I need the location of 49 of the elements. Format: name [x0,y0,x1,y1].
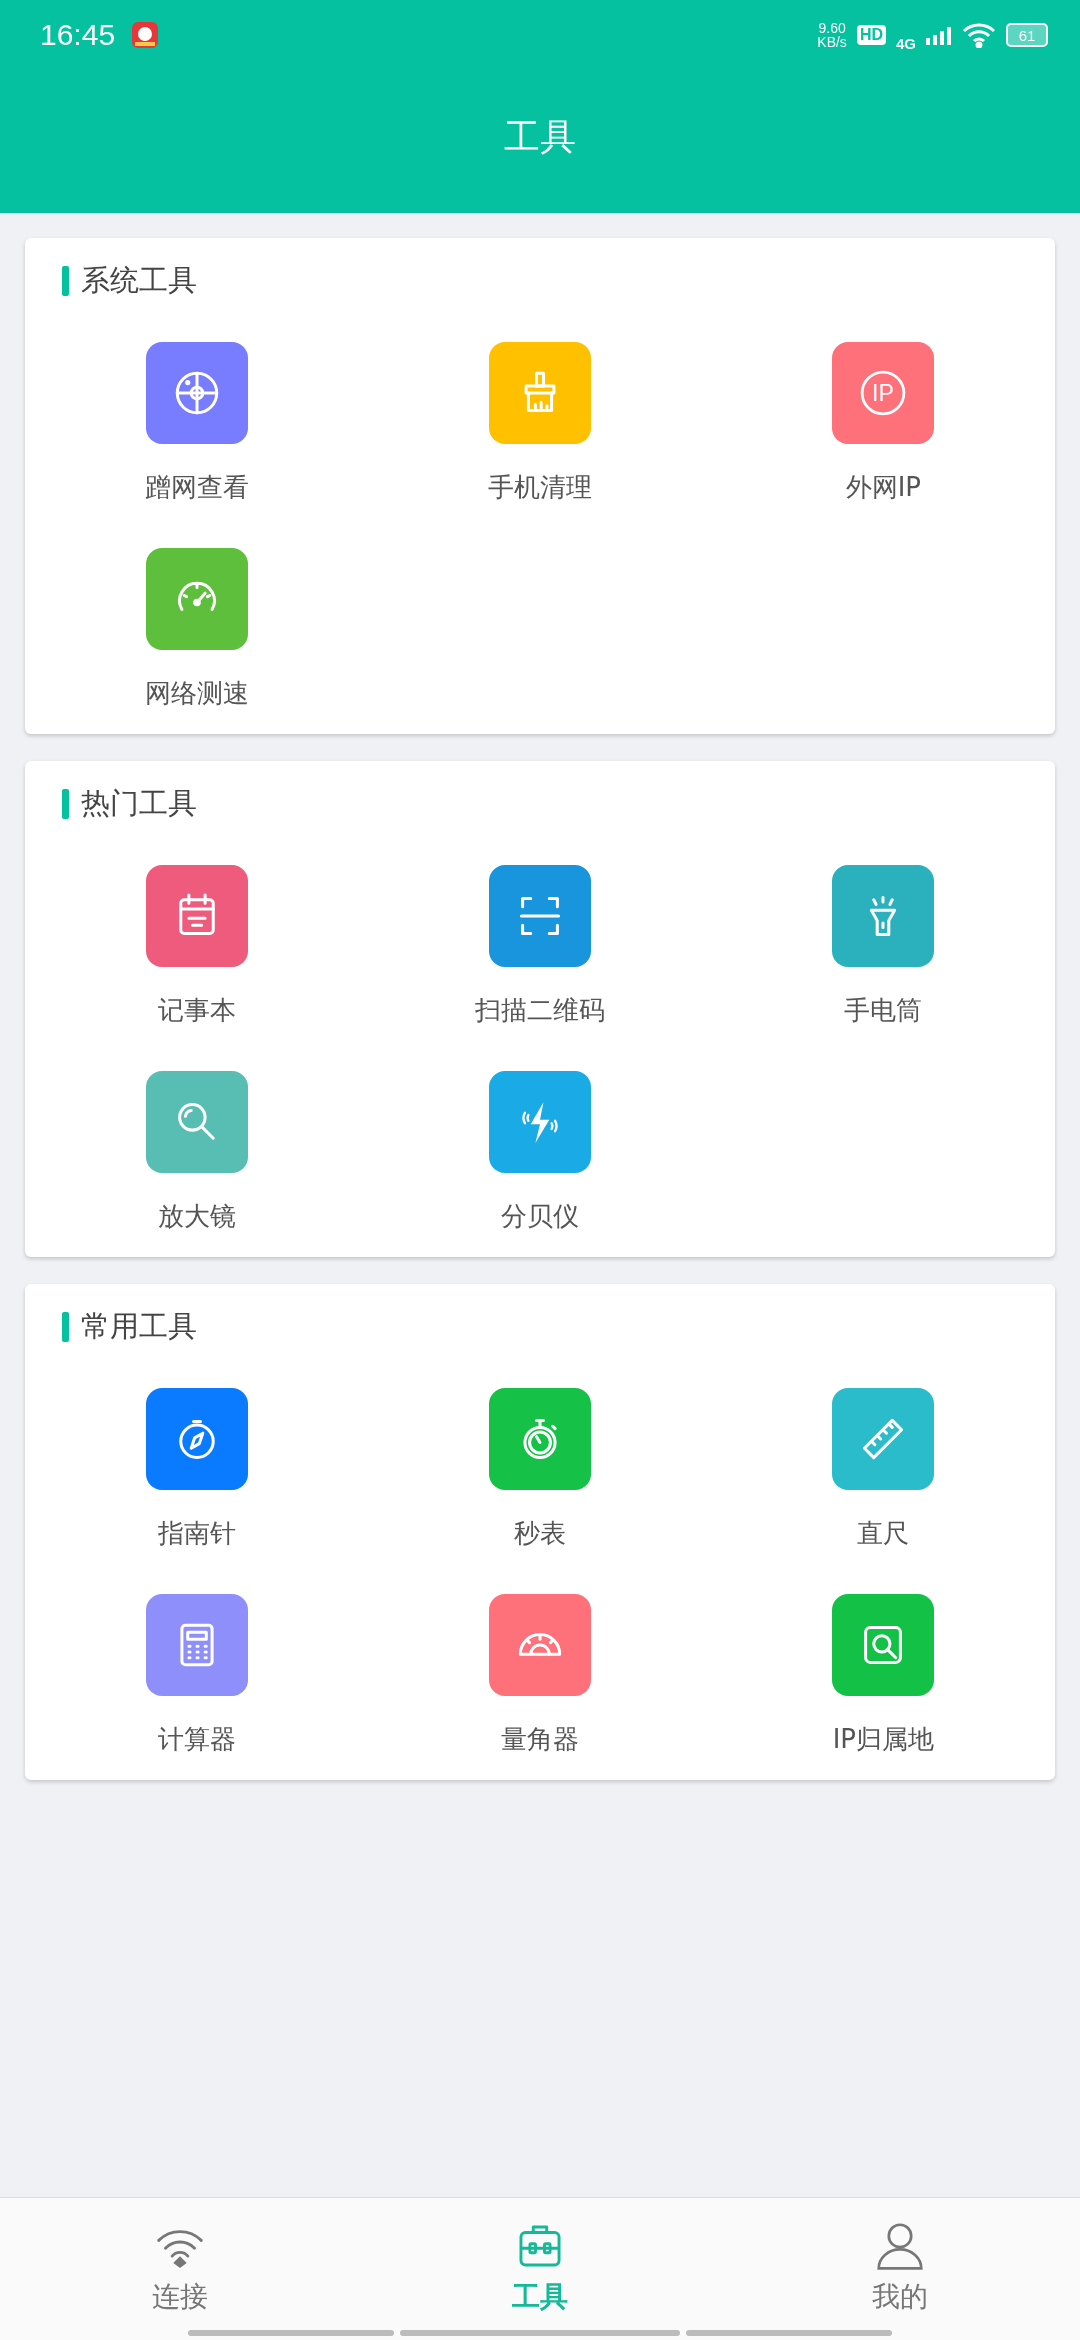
tool-label: 扫描二维码 [475,994,605,1027]
battery-indicator: 61 [1006,23,1048,47]
speed-unit: KB/s [817,35,847,49]
page-title: 工具 [504,115,576,159]
section-marker [62,1312,69,1342]
speed-value: 9.60 [818,21,846,35]
tool-button[interactable]: IP [832,342,935,444]
network-type: 4G [896,34,916,52]
clock: 16:45 [40,18,116,52]
tool-label: 放大镜 [157,1200,236,1233]
nav-tab[interactable]: 连接 [0,2198,360,2340]
tool-button[interactable] [832,1594,935,1696]
tool-button[interactable] [489,1388,591,1490]
tool-button[interactable] [145,1071,248,1173]
section-title: 热门工具 [81,785,197,822]
tool-label: 量角器 [501,1723,579,1756]
tool-button[interactable] [489,342,591,444]
tool-label: IP归属地 [832,1723,934,1756]
tool-label: 手机清理 [488,471,592,504]
tool-label: 蹭网查看 [144,471,249,504]
tool-button[interactable] [145,1388,248,1490]
tool-label: 秒表 [514,1517,566,1550]
tool-label: 直尺 [857,1517,910,1550]
tool-button[interactable] [145,342,248,444]
tool-button[interactable] [489,1594,591,1696]
nav-tab[interactable]: 我的 [720,2198,1080,2340]
section-title: 常用工具 [81,1308,197,1345]
tool-label: 外网IP [845,471,921,504]
tool-button[interactable] [832,865,935,967]
tool-button[interactable] [832,1388,935,1490]
tool-label: 网络测速 [144,677,249,710]
nav-tab[interactable]: 工具 [360,2198,720,2340]
tool-button[interactable] [145,548,248,650]
section-marker [62,789,69,819]
section-marker [62,266,69,296]
tool-label: 分贝仪 [501,1200,579,1233]
tool-button[interactable] [145,865,248,967]
signal-icon [926,25,952,45]
wifi-icon [962,22,996,48]
tool-label: 计算器 [157,1723,236,1756]
app-notification-icon [131,21,160,49]
hd-badge: HD [856,25,886,45]
tool-button[interactable] [489,865,591,967]
tool-label: 指南针 [157,1517,236,1550]
tool-label: 手电筒 [844,994,923,1027]
tool-button[interactable] [145,1594,248,1696]
tool-label: 记事本 [157,994,236,1027]
section-title: 系统工具 [81,262,197,299]
tool-button[interactable] [489,1071,591,1173]
